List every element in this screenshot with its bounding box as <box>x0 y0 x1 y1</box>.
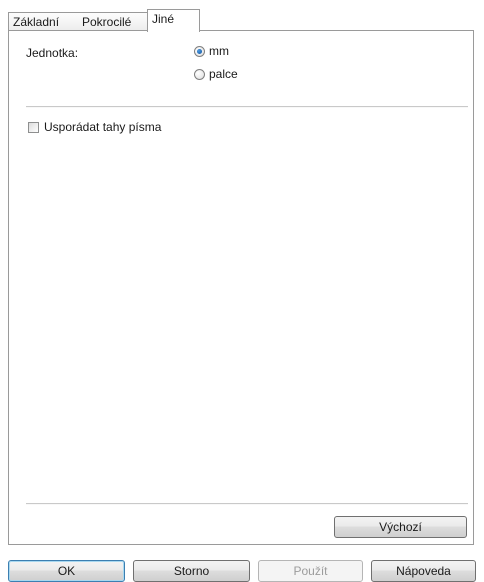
arrange-strokes-checkbox[interactable]: Usporádat tahy písma <box>28 120 161 134</box>
ok-button[interactable]: OK <box>8 560 125 582</box>
default-settings-button[interactable]: Výchozí <box>334 516 467 538</box>
unit-label: Jednotka: <box>26 46 79 60</box>
checkbox-icon[interactable] <box>28 121 39 133</box>
unit-option-mm-label: mm <box>209 44 229 58</box>
unit-option-mm[interactable]: mm <box>194 44 229 58</box>
unit-option-inch[interactable]: palce <box>194 67 238 81</box>
radio-unselected-icon[interactable] <box>194 68 205 80</box>
section-divider <box>26 106 468 108</box>
help-button[interactable]: Nápoveda <box>371 560 476 582</box>
arrange-strokes-label: Usporádat tahy písma <box>44 120 162 134</box>
radio-selected-icon[interactable] <box>194 45 205 57</box>
unit-option-inch-label: palce <box>209 67 238 81</box>
cancel-button[interactable]: Storno <box>133 560 250 582</box>
apply-button[interactable]: Použít <box>258 560 363 582</box>
tab-basic[interactable]: Základní <box>8 12 79 31</box>
tab-other[interactable]: Jiné <box>147 9 200 32</box>
tab-strip: Základní Pokrocilé Jiné <box>8 9 468 32</box>
bottom-divider <box>26 503 468 505</box>
tab-advanced[interactable]: Pokrocilé <box>78 12 148 31</box>
